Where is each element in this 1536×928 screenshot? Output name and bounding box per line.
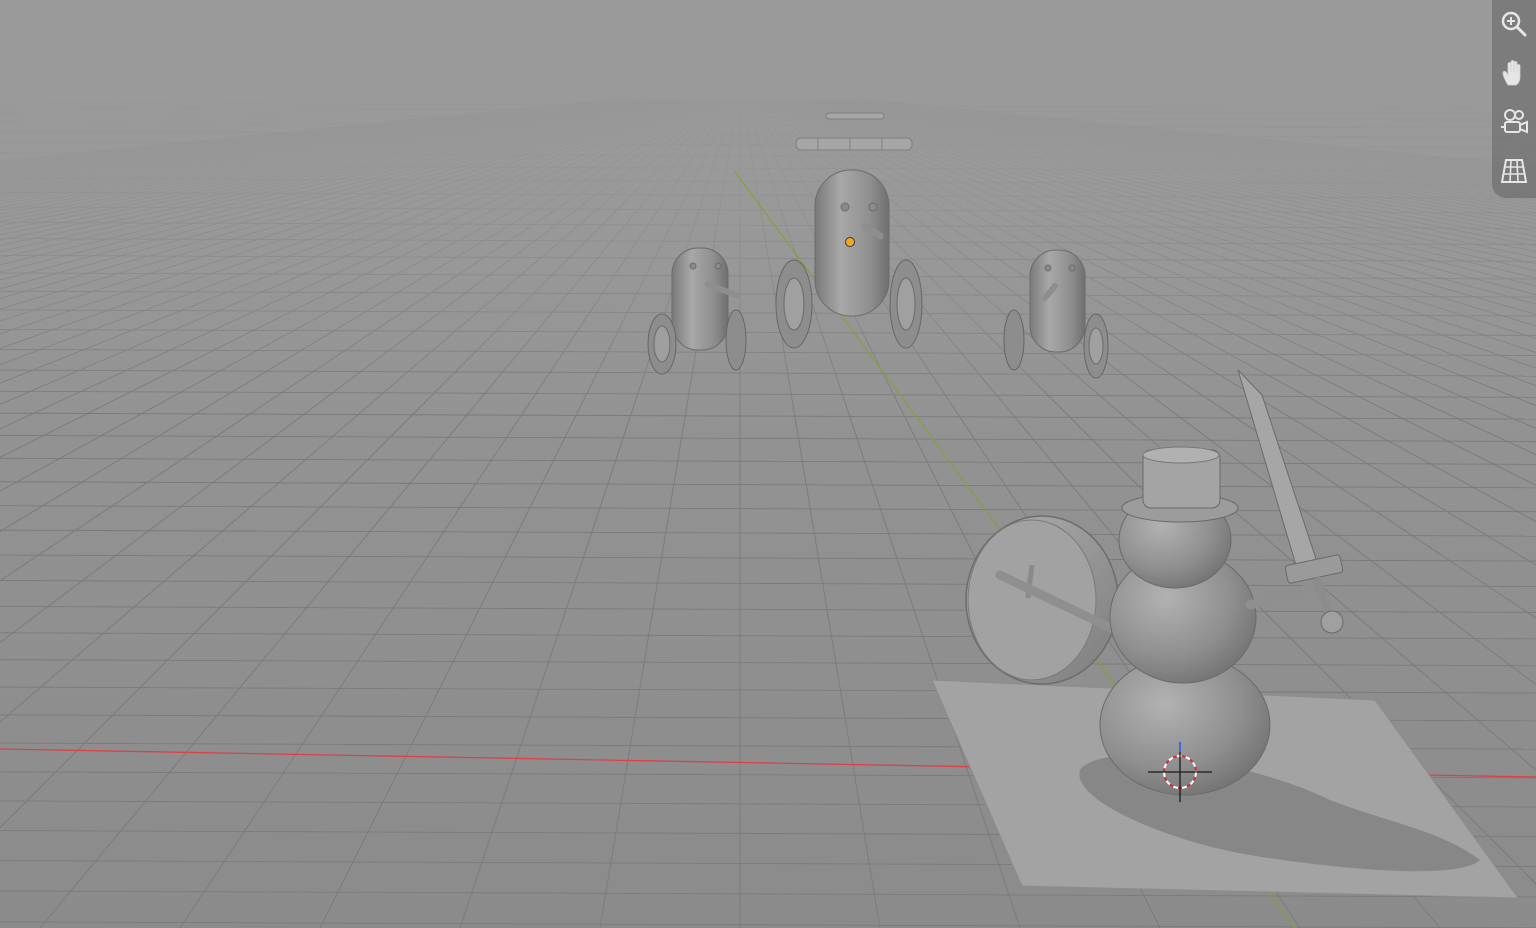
viewport-scene[interactable]: [0, 0, 1536, 928]
hand-icon: [1502, 59, 1521, 85]
zoom-in-icon: [1501, 11, 1527, 36]
grid-perspective-icon: [1500, 158, 1528, 183]
3d-viewport[interactable]: [0, 0, 1536, 928]
object-origin-dot[interactable]: [845, 237, 855, 247]
navigation-gizmo: [1492, 0, 1536, 198]
gear-near[interactable]: [795, 137, 913, 151]
camera-view-button[interactable]: [1494, 100, 1534, 143]
perspective-toggle-button[interactable]: [1494, 149, 1534, 192]
zoom-button[interactable]: [1494, 2, 1534, 45]
gear-far[interactable]: [825, 112, 885, 120]
pan-button[interactable]: [1494, 51, 1534, 94]
camera-icon: [1501, 108, 1528, 134]
